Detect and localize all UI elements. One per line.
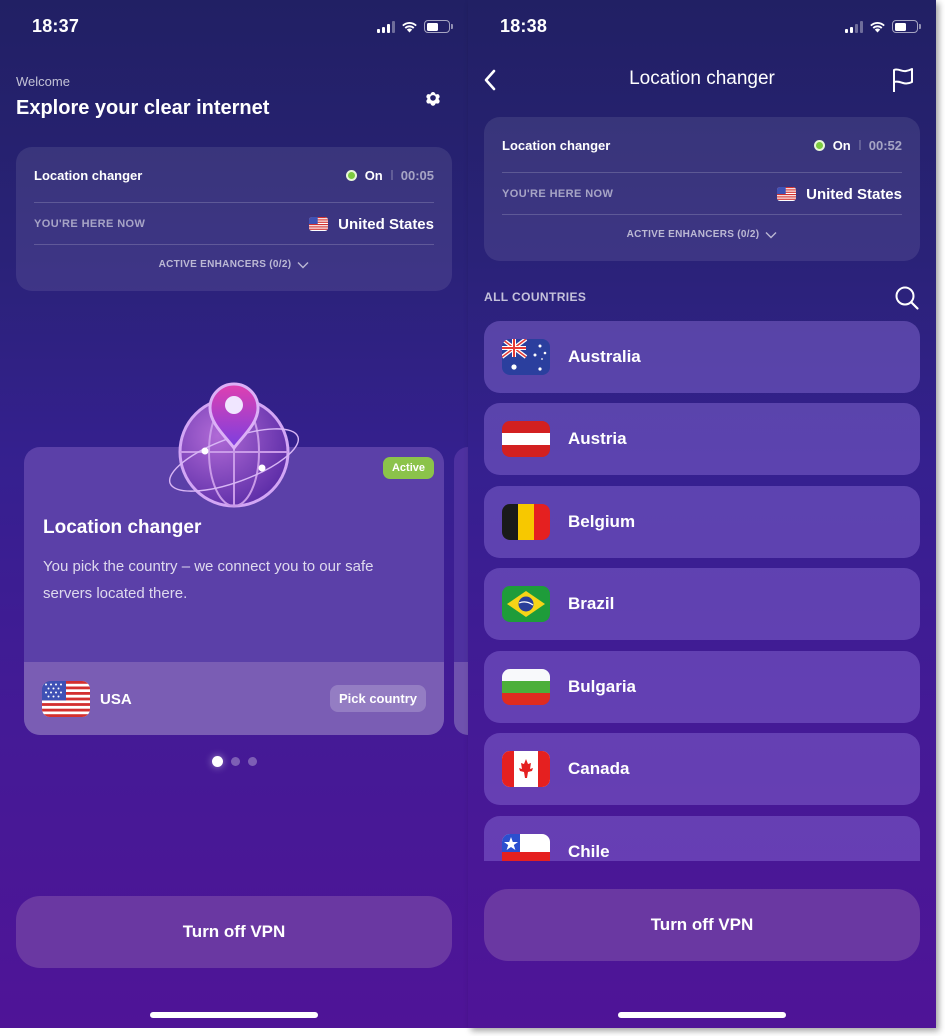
vpn-status-card: Location changer On 00:52 YOU'RE HERE NO… bbox=[484, 117, 920, 261]
active-enhancers-label: ACTIVE ENHANCERS (0/2) bbox=[626, 229, 760, 240]
status-time: 18:37 bbox=[32, 16, 80, 36]
wifi-icon bbox=[402, 22, 417, 33]
status-on-indicator bbox=[345, 169, 357, 181]
belgium-flag-icon bbox=[502, 504, 550, 540]
status-bar: 18:37 bbox=[0, 16, 468, 40]
country-list: Australia Austria Belgium Brazil Bulgari… bbox=[484, 321, 920, 861]
country-name: Canada bbox=[568, 759, 630, 778]
country-name: Chile bbox=[568, 842, 610, 861]
flag-icon[interactable] bbox=[890, 66, 916, 94]
brazil-flag-icon bbox=[502, 586, 550, 622]
australia-flag-icon bbox=[502, 339, 550, 375]
country-item-austria[interactable]: Austria bbox=[484, 403, 920, 475]
home-indicator bbox=[618, 1012, 786, 1018]
chevron-down-icon bbox=[765, 231, 777, 238]
active-enhancers-toggle[interactable]: ACTIVE ENHANCERS (0/2) bbox=[484, 229, 920, 240]
feature-name: Location changer bbox=[502, 137, 611, 153]
all-countries-label: ALL COUNTRIES bbox=[484, 290, 587, 304]
divider bbox=[34, 202, 434, 203]
location-label: YOU'RE HERE NOW bbox=[502, 188, 614, 200]
cellular-signal-icon bbox=[845, 20, 863, 33]
country-item-brazil[interactable]: Brazil bbox=[484, 568, 920, 640]
location-label: YOU'RE HERE NOW bbox=[34, 218, 146, 230]
home-indicator bbox=[150, 1012, 318, 1018]
vpn-status-card: Location changer On 00:05 YOU'RE HERE NO… bbox=[16, 147, 452, 291]
status-time: 18:38 bbox=[500, 16, 548, 36]
active-badge: Active bbox=[382, 457, 434, 479]
connection-timer: 00:05 bbox=[400, 167, 434, 183]
feature-card-description: You pick the country – we connect you to… bbox=[43, 558, 374, 602]
next-feature-card[interactable] bbox=[454, 447, 468, 735]
divider bbox=[502, 172, 902, 173]
page-title: Location changer bbox=[629, 68, 775, 89]
pager-dot-1[interactable] bbox=[211, 756, 223, 767]
cellular-signal-icon bbox=[377, 20, 395, 33]
country-item-bulgaria[interactable]: Bulgaria bbox=[484, 651, 920, 723]
status-state: On bbox=[364, 167, 383, 183]
bulgaria-flag-icon bbox=[502, 669, 550, 705]
country-item-chile[interactable]: Chile bbox=[484, 816, 920, 861]
feature-card-title: Location changer bbox=[43, 517, 202, 538]
pager-dot-3[interactable] bbox=[247, 757, 257, 766]
globe-location-pin-icon bbox=[168, 382, 300, 508]
battery-icon bbox=[892, 20, 921, 33]
country-item-canada[interactable]: Canada bbox=[484, 733, 920, 805]
country-name: Brazil bbox=[568, 594, 615, 613]
country-name: Belgium bbox=[568, 512, 636, 531]
home-screen: 18:37 Welcome Explore your clear interne… bbox=[0, 0, 468, 1028]
divider bbox=[502, 214, 902, 215]
connection-timer: 00:52 bbox=[868, 137, 902, 153]
feature-name: Location changer bbox=[34, 167, 143, 183]
country-item-australia[interactable]: Australia bbox=[484, 321, 920, 393]
country-name: Austria bbox=[568, 429, 627, 448]
welcome-label: Welcome bbox=[16, 74, 70, 89]
status-state: On bbox=[832, 137, 851, 153]
status-on-indicator bbox=[813, 139, 825, 151]
page-title: Explore your clear internet bbox=[16, 97, 270, 119]
active-enhancers-label: ACTIVE ENHANCERS (0/2) bbox=[158, 259, 292, 270]
turn-off-vpn-button[interactable]: Turn off VPN bbox=[16, 896, 452, 968]
us-flag-icon bbox=[42, 681, 90, 717]
active-enhancers-toggle[interactable]: ACTIVE ENHANCERS (0/2) bbox=[16, 259, 452, 270]
pager-dot-2[interactable] bbox=[230, 757, 240, 766]
pick-country-button[interactable]: Pick country bbox=[329, 685, 426, 712]
chile-flag-icon bbox=[502, 834, 550, 861]
wifi-icon bbox=[870, 22, 885, 33]
country-item-belgium[interactable]: Belgium bbox=[484, 486, 920, 558]
us-flag-icon bbox=[777, 187, 797, 201]
divider bbox=[34, 244, 434, 245]
carousel-pager bbox=[0, 756, 468, 767]
austria-flag-icon bbox=[502, 421, 550, 457]
separator bbox=[390, 170, 393, 180]
status-bar: 18:38 bbox=[468, 16, 936, 40]
turn-off-vpn-button[interactable]: Turn off VPN bbox=[484, 889, 920, 961]
current-location: United States bbox=[338, 215, 434, 233]
selected-country: USA bbox=[100, 690, 132, 708]
separator bbox=[858, 140, 861, 150]
current-location: United States bbox=[806, 185, 902, 203]
country-name: Australia bbox=[568, 347, 641, 366]
battery-icon bbox=[424, 20, 453, 33]
chevron-down-icon bbox=[297, 261, 309, 268]
gear-icon[interactable] bbox=[420, 86, 446, 112]
canada-flag-icon bbox=[502, 751, 550, 787]
search-icon[interactable] bbox=[894, 285, 920, 311]
location-changer-screen: 18:38 Location changer Location changer … bbox=[468, 0, 936, 1028]
us-flag-icon bbox=[309, 217, 329, 231]
country-name: Bulgaria bbox=[568, 677, 637, 696]
